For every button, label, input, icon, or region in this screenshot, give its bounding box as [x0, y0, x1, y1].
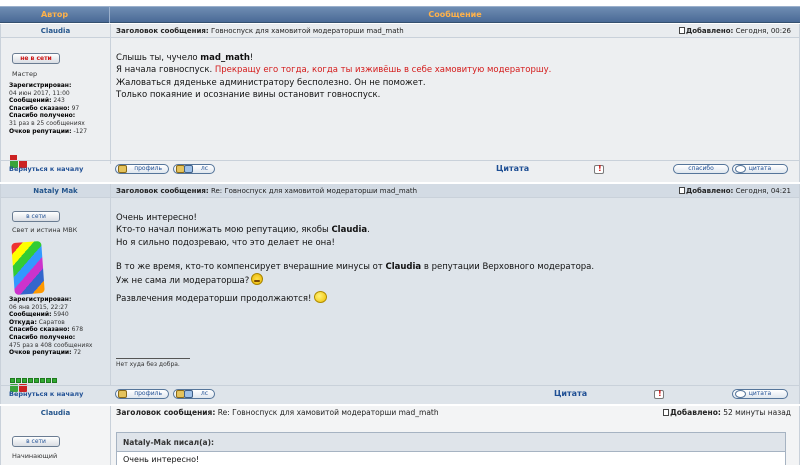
smiley-icon — [314, 290, 328, 303]
post-body: Очень интересно! Кто-то начал понижать м… — [116, 213, 595, 304]
status-online-badge: в сети — [12, 436, 60, 447]
report-icon[interactable] — [654, 389, 664, 399]
post-footer: Вернуться к началу профиль лс Цитата спа… — [1, 160, 799, 178]
post-header: Claudia Заголовок сообщения: Re: Говносп… — [1, 406, 799, 420]
profile-button[interactable]: профиль — [115, 389, 169, 399]
user-rank: Начинающий — [12, 452, 58, 460]
post-subject: Заголовок сообщения: Re: Говноспуск для … — [116, 187, 418, 195]
profile-button[interactable]: профиль — [115, 164, 169, 174]
post-date: Добавлено: 52 минуты назад — [663, 406, 791, 420]
post-subject: Заголовок сообщения: Re: Говноспуск для … — [116, 408, 439, 417]
status-offline-badge: не в сети — [12, 53, 60, 64]
document-icon[interactable] — [678, 27, 685, 34]
profile-icon — [118, 390, 127, 398]
document-icon[interactable] — [663, 409, 670, 416]
grin-smiley-icon — [251, 273, 264, 286]
author-panel: не в сети Мастер Зарегистрирован: 04 июн… — [1, 38, 111, 168]
post-date: Добавлено: Сегодня, 04:21 — [678, 184, 791, 198]
quote-button[interactable]: цитата — [732, 389, 788, 399]
post-date: Добавлено: Сегодня, 00:26 — [678, 24, 791, 38]
post-2: Nataly Mak Заголовок сообщения: Re: Говн… — [0, 184, 800, 404]
report-icon[interactable] — [594, 164, 604, 174]
table-header: Автор Сообщение — [0, 6, 800, 23]
author-column-header: Автор — [0, 7, 110, 23]
quote-icon — [735, 390, 746, 398]
message-column-header: Сообщение — [428, 10, 482, 19]
quote-text: Очень интересно! — [123, 455, 200, 464]
quote-main-link[interactable]: Цитата — [554, 389, 587, 398]
post-header: Nataly Mak Заголовок сообщения: Re: Говн… — [1, 184, 799, 198]
user-rank: Свет и истина МВК — [12, 226, 78, 234]
quote-block: Nataly-Mak писал(а): Очень интересно! — [116, 432, 786, 465]
post-subject: Заголовок сообщения: Говноспуск для хамо… — [116, 27, 404, 35]
back-to-top-link[interactable]: Вернуться к началу — [9, 165, 83, 173]
post-author-name[interactable]: Claudia — [1, 24, 111, 38]
post-author-name[interactable]: Nataly Mak — [1, 184, 111, 198]
quote-icon — [735, 165, 746, 173]
post-3: Claudia Заголовок сообщения: Re: Говносп… — [0, 406, 800, 465]
status-online-badge: в сети — [12, 211, 60, 222]
pm-button[interactable]: лс — [173, 389, 215, 399]
post-header: Claudia Заголовок сообщения: Говноспуск … — [1, 24, 799, 38]
author-panel: в сети Начинающий — [1, 406, 111, 465]
signature-divider — [116, 358, 190, 359]
quote-button[interactable]: цитата — [732, 164, 788, 174]
signature: Нет худа без добра. — [116, 361, 180, 368]
user-info: Зарегистрирован: 04 июн 2017, 11:00 Сооб… — [9, 82, 88, 135]
post-body: Слышь ты, чучело mad_math! Я начала говн… — [116, 53, 552, 100]
author-panel: в сети Свет и истина МВК Зарегистрирован… — [1, 198, 111, 392]
document-icon[interactable] — [678, 187, 685, 194]
profile-icon — [118, 165, 127, 173]
post-1: Claudia Заголовок сообщения: Говноспуск … — [0, 24, 800, 182]
quote-main-link[interactable]: Цитата — [496, 164, 529, 173]
user-rank: Мастер — [12, 70, 38, 78]
pm-button[interactable]: лс — [173, 164, 215, 174]
post-footer: Вернуться к началу профиль лс Цитата цит… — [1, 385, 799, 403]
user-info: Зарегистрирован: 06 янв 2015, 22:27 Сооб… — [9, 296, 93, 357]
avatar — [11, 241, 45, 295]
thanks-button[interactable]: спасибо — [673, 164, 729, 174]
back-to-top-link[interactable]: Вернуться к началу — [9, 390, 83, 398]
quote-author: Nataly-Mak писал(а): — [117, 433, 785, 452]
